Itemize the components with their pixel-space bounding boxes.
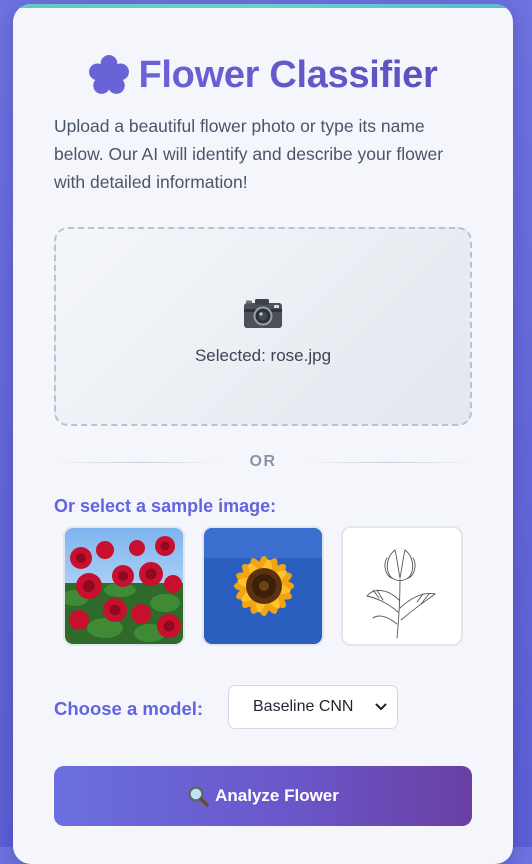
intro-description: Upload a beautiful flower photo or type … — [54, 116, 444, 192]
flower-icon — [89, 55, 130, 94]
header: Flower Classifier — [13, 50, 513, 100]
upload-dropzone[interactable]: Selected: rose.jpg — [54, 227, 472, 426]
camera-icon — [244, 299, 282, 328]
analyze-button[interactable]: Analyze Flower — [54, 766, 472, 826]
analyze-button-label: Analyze Flower — [215, 786, 339, 805]
card-accent-bar — [13, 4, 513, 8]
sunflower-photo — [204, 528, 322, 644]
sample-images-label: Or select a sample image: — [54, 496, 277, 516]
page-title: Flower Classifier — [138, 53, 438, 96]
divider-line-left — [54, 461, 222, 463]
or-divider: OR — [54, 450, 472, 474]
model-label: Choose a model: — [54, 698, 204, 719]
or-text: OR — [249, 453, 277, 470]
chevron-down-icon — [375, 703, 387, 710]
tulip-sketch — [343, 528, 461, 644]
sample-image-tulip[interactable] — [341, 526, 463, 646]
selected-file-text: Selected: rose.jpg — [194, 346, 332, 365]
rose-photo — [65, 528, 183, 644]
magnifier-icon — [188, 786, 209, 807]
sample-image-sunflower[interactable] — [202, 526, 324, 646]
sample-image-rose[interactable] — [63, 526, 185, 646]
model-select[interactable]: Baseline CNN — [228, 685, 398, 729]
divider-line-right — [304, 461, 472, 463]
model-select-value: Baseline CNN — [253, 698, 354, 715]
classifier-card: Flower Classifier Upload a beautiful flo… — [13, 4, 513, 864]
